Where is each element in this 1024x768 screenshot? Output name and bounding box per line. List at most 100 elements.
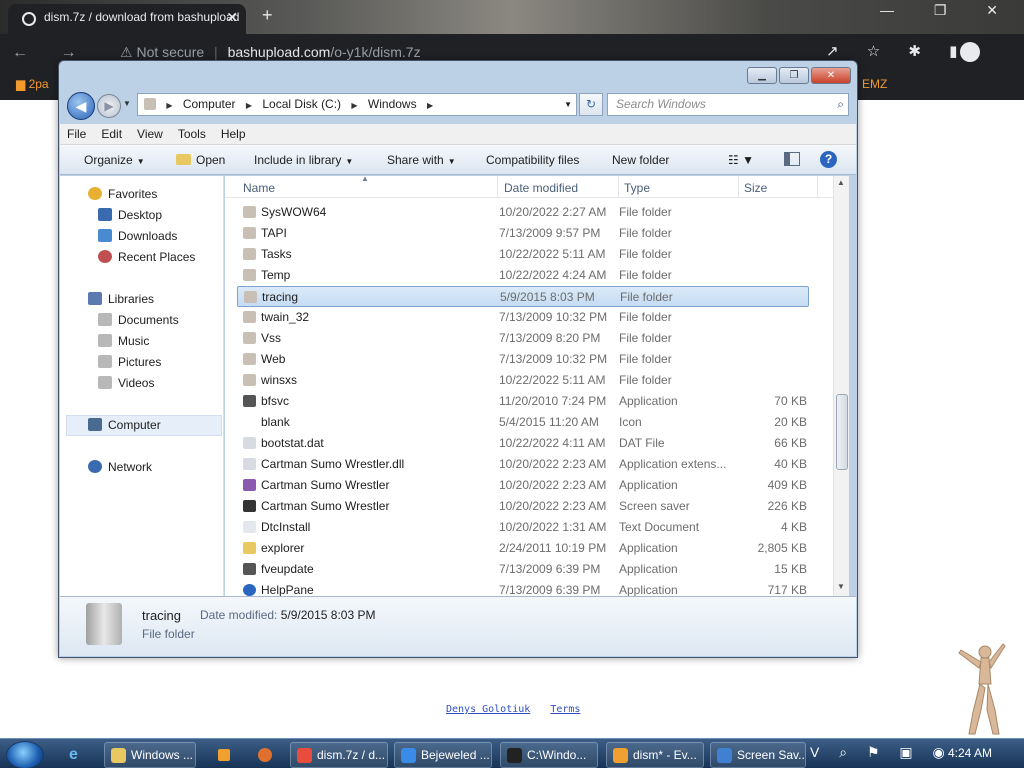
bookmark-item-right[interactable]: EMZ bbox=[862, 70, 887, 98]
file-row[interactable]: Tasks 10/22/2022 5:11 AM File folder bbox=[237, 244, 809, 265]
address-dropdown-icon[interactable]: ▼ bbox=[564, 94, 572, 115]
profile-avatar-icon[interactable] bbox=[960, 42, 980, 62]
column-type[interactable]: Type bbox=[624, 181, 650, 195]
close-button[interactable]: ✕ bbox=[811, 67, 851, 84]
share-with-button[interactable]: Share with ▼ bbox=[387, 153, 456, 167]
file-row[interactable]: DtcInstall 10/20/2022 1:31 AM Text Documen… bbox=[237, 517, 809, 538]
breadcrumb-computer[interactable]: Computer bbox=[183, 97, 236, 111]
page-footer: Denys Golotiuk Terms bbox=[446, 704, 594, 715]
file-row[interactable]: explorer 2/24/2011 10:19 PM Application 2,8… bbox=[237, 538, 809, 559]
file-row[interactable]: Vss 7/13/2009 8:20 PM File folder bbox=[237, 328, 809, 349]
forward-button[interactable]: ▶ bbox=[97, 94, 121, 118]
file-row[interactable]: bootstat.dat 10/22/2022 4:11 AM DAT File 66… bbox=[237, 433, 809, 454]
nav-desktop[interactable]: Desktop bbox=[98, 205, 162, 226]
file-size: 2,805 KB bbox=[757, 541, 807, 555]
nav-favorites[interactable]: Favorites bbox=[88, 184, 157, 205]
column-name[interactable]: Name bbox=[243, 181, 275, 195]
file-row[interactable]: TAPI 7/13/2009 9:57 PM File folder bbox=[237, 223, 809, 244]
nav-network[interactable]: Network bbox=[88, 457, 152, 478]
clock[interactable]: 4:24 AM bbox=[948, 742, 992, 764]
file-row[interactable]: Temp 10/22/2022 4:24 AM File folder bbox=[237, 265, 809, 286]
organize-button[interactable]: Organize ▼ bbox=[84, 153, 145, 167]
nav-libraries[interactable]: Libraries bbox=[88, 289, 154, 310]
column-divider[interactable] bbox=[738, 176, 739, 198]
explorer-address-bar[interactable]: ▶ Computer ▶ Local Disk (C:) ▶ Windows ▶… bbox=[137, 93, 577, 116]
include-in-library-button[interactable]: Include in library ▼ bbox=[254, 153, 353, 167]
search-input[interactable]: Search Windows ⌕ bbox=[607, 93, 849, 116]
nav-computer[interactable]: Computer bbox=[88, 415, 161, 436]
column-date-modified[interactable]: Date modified bbox=[504, 181, 578, 195]
tab-close-icon[interactable]: ✕ bbox=[226, 4, 238, 30]
nav-music[interactable]: Music bbox=[98, 331, 149, 352]
taskbar-item[interactable]: Screen Sav... bbox=[710, 742, 806, 768]
file-row[interactable]: twain_32 7/13/2009 10:32 PM File folder bbox=[237, 307, 809, 328]
refresh-icon[interactable]: ↻ bbox=[579, 93, 603, 116]
column-divider[interactable] bbox=[817, 176, 818, 198]
file-row[interactable]: Cartman Sumo Wrestler.dll 10/20/2022 2:23… bbox=[237, 454, 809, 475]
maximize-button[interactable]: ❐ bbox=[779, 67, 809, 84]
taskbar-item[interactable]: dism.7z / d... bbox=[290, 742, 388, 768]
back-button[interactable]: ◀ bbox=[67, 92, 95, 120]
new-folder-button[interactable]: New folder bbox=[612, 153, 669, 167]
file-row[interactable]: blank 5/4/2015 11:20 AM Icon 20 KB bbox=[237, 412, 809, 433]
file-row[interactable]: fveupdate 7/13/2009 6:39 PM Application 15 … bbox=[237, 559, 809, 580]
search-icon[interactable]: ⌕ bbox=[837, 94, 844, 115]
file-row[interactable]: bfsvc 11/20/2010 7:24 PM Application 70 KB bbox=[237, 391, 809, 412]
menu-tools[interactable]: Tools bbox=[171, 124, 214, 141]
scroll-down-icon[interactable]: ▼ bbox=[837, 582, 845, 591]
menu-help[interactable]: Help bbox=[214, 124, 254, 141]
paint-app-icon[interactable] bbox=[248, 742, 284, 768]
ie-pinned-icon[interactable]: e bbox=[60, 742, 94, 768]
breadcrumb-windows[interactable]: Windows bbox=[368, 97, 417, 111]
compatibility-files-button[interactable]: Compatibility files bbox=[486, 153, 579, 167]
file-date: 10/20/2022 2:23 AM bbox=[499, 457, 607, 471]
nav-downloads[interactable]: Downloads bbox=[98, 226, 177, 247]
breadcrumb-local-disk[interactable]: Local Disk (C:) bbox=[262, 97, 341, 111]
taskbar-item[interactable]: Bejeweled ... bbox=[394, 742, 492, 768]
breadcrumb-sep-icon[interactable]: ▶ bbox=[427, 101, 433, 110]
help-icon[interactable]: ? bbox=[820, 151, 837, 168]
taskbar-item[interactable]: dism* - Ev... bbox=[606, 742, 704, 768]
file-row[interactable]: Cartman Sumo Wrestler 10/20/2022 2:23 AM A… bbox=[237, 475, 809, 496]
change-view-button[interactable]: ☷ ▼ bbox=[728, 153, 754, 167]
menu-view[interactable]: View bbox=[130, 124, 171, 141]
media-player-icon[interactable] bbox=[208, 742, 240, 768]
column-divider[interactable] bbox=[497, 176, 498, 198]
nav-documents[interactable]: Documents bbox=[98, 310, 179, 331]
start-button[interactable] bbox=[6, 741, 44, 768]
browser-toolbar-icons[interactable]: ↗ ☆ ✱ ▮ bbox=[826, 42, 969, 60]
footer-link-author[interactable]: Denys Golotiuk bbox=[446, 704, 530, 715]
system-tray-icons[interactable]: V ⌕ ⚑ ▣ ◉ bbox=[810, 744, 953, 761]
file-row[interactable]: winsxs 10/22/2022 5:11 AM File folder bbox=[237, 370, 809, 391]
tab-favicon-icon bbox=[22, 12, 36, 26]
breadcrumb-sep-icon[interactable]: ▶ bbox=[351, 101, 357, 110]
new-tab-button[interactable]: + bbox=[262, 5, 273, 26]
taskbar-item[interactable]: Windows ... bbox=[104, 742, 196, 768]
menu-edit[interactable]: Edit bbox=[94, 124, 130, 141]
browser-window-controls[interactable]: — ❐ ✕ bbox=[880, 2, 1016, 19]
open-button[interactable]: Open bbox=[176, 153, 225, 167]
file-row[interactable]: Web 7/13/2009 10:32 PM File folder bbox=[237, 349, 809, 370]
breadcrumb-sep-icon[interactable]: ▶ bbox=[246, 101, 252, 110]
browser-tab[interactable]: dism.7z / download from bashupload ✕ bbox=[8, 4, 246, 34]
minimize-button[interactable]: ▁ bbox=[747, 67, 777, 84]
nav-recent-places[interactable]: Recent Places bbox=[98, 247, 195, 268]
warning-icon: ⚠ bbox=[120, 44, 137, 60]
nav-pictures[interactable]: Pictures bbox=[98, 352, 161, 373]
taskbar-app-icon bbox=[717, 748, 732, 763]
file-row[interactable]: SysWOW64 10/20/2022 2:27 AM File folder bbox=[237, 202, 809, 223]
file-row[interactable]: tracing 5/9/2015 8:03 PM File folder bbox=[237, 286, 809, 307]
file-row[interactable]: Cartman Sumo Wrestler 10/20/2022 2:23 AM S… bbox=[237, 496, 809, 517]
vertical-scrollbar[interactable]: ▲ ▼ bbox=[833, 176, 849, 596]
scroll-up-icon[interactable]: ▲ bbox=[837, 178, 845, 187]
taskbar-item[interactable]: C:\Windo... bbox=[500, 742, 598, 768]
column-divider[interactable] bbox=[618, 176, 619, 198]
column-size[interactable]: Size bbox=[744, 181, 767, 195]
footer-link-terms[interactable]: Terms bbox=[550, 704, 580, 715]
bookmark-item[interactable]: ▆ 2pa bbox=[16, 70, 49, 98]
scrollbar-thumb[interactable] bbox=[836, 394, 848, 470]
recent-pages-dropdown-icon[interactable]: ▼ bbox=[123, 99, 131, 108]
nav-videos[interactable]: Videos bbox=[98, 373, 154, 394]
preview-pane-icon[interactable] bbox=[784, 152, 800, 166]
menu-file[interactable]: File bbox=[60, 124, 94, 141]
